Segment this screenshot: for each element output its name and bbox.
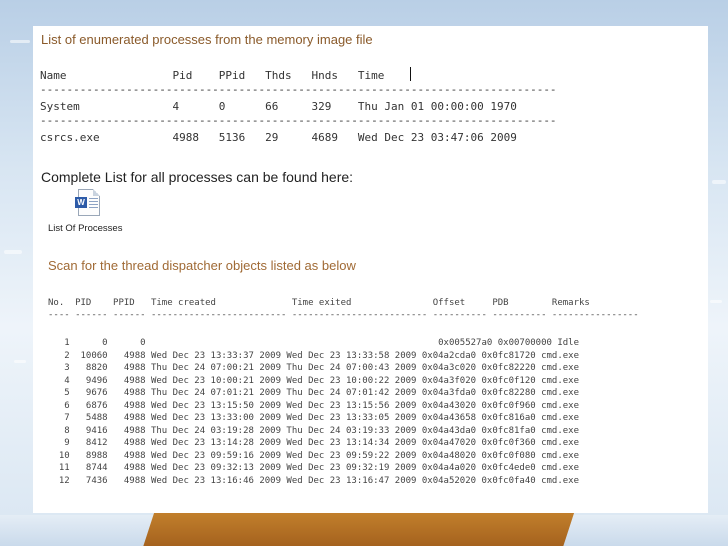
- process-list-title: List of enumerated processes from the me…: [41, 32, 373, 47]
- text-cursor: [410, 67, 411, 81]
- thread-table-row: 7 5488 4988 Wed Dec 23 13:33:00 2009 Wed…: [48, 413, 580, 423]
- thread-table-row: 8 9416 4988 Thu Dec 24 03:19:28 2009 Thu…: [48, 425, 580, 436]
- process-table: Name Pid PPid Thds Hnds Time -----------…: [40, 70, 557, 147]
- snow-flake-decoration: [710, 300, 722, 303]
- thread-table-row: 6 6876 4988 Wed Dec 23 13:15:50 2009 Wed…: [48, 400, 580, 411]
- thread-table-row: 3 8820 4988 Thu Dec 24 07:00:21 2009 Thu…: [48, 363, 580, 373]
- thread-table-separator: ---- ------ ------ ---------------------…: [48, 310, 639, 320]
- process-table-separator: ----------------------------------------…: [40, 114, 557, 127]
- thread-table-row: 1 0 0 0x005527a0 0x00700000 Idle: [48, 338, 580, 348]
- thread-table-row: 9 8412 4988 Wed Dec 23 13:14:28 2009 Wed…: [48, 438, 580, 448]
- snow-flake-decoration: [712, 180, 726, 184]
- process-table-row: System 4 0 66 329 Thu Jan 01 00:00:00 19…: [40, 100, 517, 113]
- attachment-label: List Of Processes: [48, 223, 123, 234]
- thread-table: No. PID PPID Time created Time exited Of…: [48, 299, 639, 486]
- process-table-row: csrcs.exe 4988 5136 29 4689 Wed Dec 23 0…: [40, 131, 517, 144]
- thread-table-row: 12 7436 4988 Wed Dec 23 13:16:46 2009 We…: [48, 475, 580, 486]
- thread-scan-title: Scan for the thread dispatcher objects l…: [48, 258, 356, 273]
- complete-list-text: Complete List for all processes can be f…: [41, 169, 354, 185]
- word-document-icon: W: [75, 189, 100, 216]
- thread-table-row: 10 8988 4988 Wed Dec 23 09:59:16 2009 We…: [48, 450, 580, 461]
- thread-table-header: No. PID PPID Time created Time exited Of…: [48, 298, 590, 308]
- process-table-header: Name Pid PPid Thds Hnds Time: [40, 69, 385, 82]
- document-page: List of enumerated processes from the me…: [33, 26, 708, 513]
- snow-flake-decoration: [4, 250, 22, 254]
- list-of-processes-attachment[interactable]: W List Of Processes: [45, 189, 135, 239]
- thread-table-row: 4 9496 4988 Wed Dec 23 10:00:21 2009 Wed…: [48, 375, 580, 386]
- snow-flake-decoration: [10, 40, 30, 43]
- thread-table-row: 2 10060 4988 Wed Dec 23 13:33:37 2009 We…: [48, 350, 580, 361]
- thread-table-row: 11 8744 4988 Wed Dec 23 09:32:13 2009 We…: [48, 463, 580, 473]
- snow-flake-decoration: [14, 360, 26, 363]
- process-table-separator: ----------------------------------------…: [40, 83, 557, 96]
- thread-table-row: 5 9676 4988 Thu Dec 24 07:01:21 2009 Thu…: [48, 388, 580, 398]
